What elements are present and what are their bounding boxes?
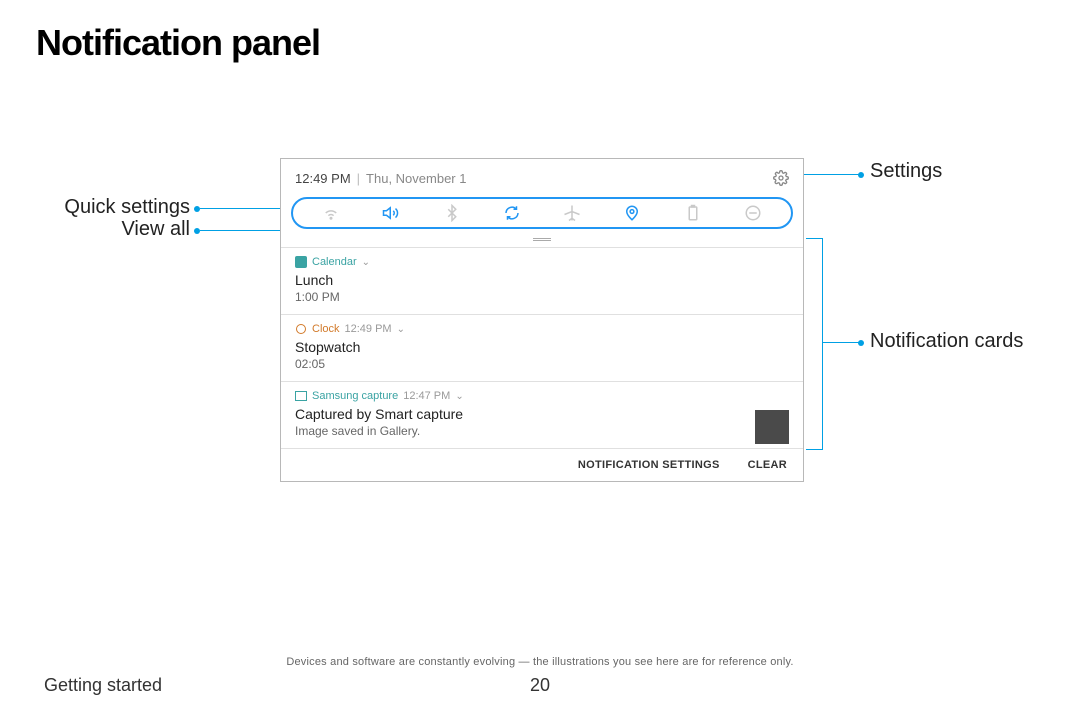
chevron-down-icon[interactable]: ⌄ (455, 391, 463, 402)
panel-header: 12:49 PM | Thu, November 1 (281, 159, 803, 197)
quick-settings-row (281, 197, 803, 232)
card-app-row: Samsung capture 12:47 PM ⌄ (295, 390, 789, 402)
screenshot-thumbnail[interactable] (755, 410, 789, 444)
status-date: Thu, November 1 (366, 171, 466, 186)
card-app-time: 12:49 PM (345, 323, 392, 335)
card-app-row: Calendar ⌄ (295, 256, 789, 268)
card-app-time: 12:47 PM (403, 390, 450, 402)
separator: | (357, 171, 360, 186)
status-time: 12:49 PM (295, 171, 351, 186)
card-app-name: Samsung capture (312, 390, 398, 402)
page-number: 20 (0, 675, 1080, 696)
rotate-icon[interactable] (503, 204, 521, 222)
chevron-down-icon[interactable]: ⌄ (362, 257, 370, 268)
notification-card[interactable]: Clock 12:49 PM ⌄ Stopwatch 02:05 (281, 314, 803, 381)
card-app-name: Clock (312, 323, 340, 335)
notification-card[interactable]: Samsung capture 12:47 PM ⌄ Captured by S… (281, 381, 803, 448)
calendar-icon (295, 256, 307, 268)
dnd-icon[interactable] (744, 204, 762, 222)
card-subtitle: 1:00 PM (295, 290, 789, 304)
quick-settings-pill (291, 197, 793, 229)
expand-handle[interactable] (281, 232, 803, 247)
clock-icon (295, 323, 307, 335)
callout-view-all: View all (0, 218, 190, 241)
notification-panel: 12:49 PM | Thu, November 1 Calendar ⌄ Lu… (280, 158, 804, 482)
bluetooth-icon[interactable] (443, 204, 461, 222)
clear-button[interactable]: CLEAR (748, 459, 787, 471)
location-icon[interactable] (623, 204, 641, 222)
notification-settings-button[interactable]: NOTIFICATION SETTINGS (578, 459, 720, 471)
card-title: Captured by Smart capture (295, 406, 789, 422)
wifi-icon[interactable] (322, 204, 340, 222)
page-title: Notification panel (36, 22, 320, 64)
card-app-name: Calendar (312, 256, 357, 268)
gear-icon[interactable] (773, 170, 789, 186)
disclaimer-text: Devices and software are constantly evol… (0, 656, 1080, 668)
card-subtitle: 02:05 (295, 357, 789, 371)
card-title: Stopwatch (295, 339, 789, 355)
airplane-icon[interactable] (563, 204, 581, 222)
panel-footer: NOTIFICATION SETTINGS CLEAR (281, 448, 803, 481)
image-icon (295, 390, 307, 402)
card-app-row: Clock 12:49 PM ⌄ (295, 323, 789, 335)
callout-notification-cards: Notification cards (870, 330, 1023, 353)
card-title: Lunch (295, 272, 789, 288)
notification-card[interactable]: Calendar ⌄ Lunch 1:00 PM (281, 247, 803, 314)
card-subtitle: Image saved in Gallery. (295, 424, 789, 438)
battery-icon[interactable] (684, 204, 702, 222)
sound-icon[interactable] (382, 204, 400, 222)
chevron-down-icon[interactable]: ⌄ (397, 324, 405, 335)
callout-quick-settings: Quick settings (0, 196, 190, 219)
callout-settings: Settings (870, 160, 942, 183)
